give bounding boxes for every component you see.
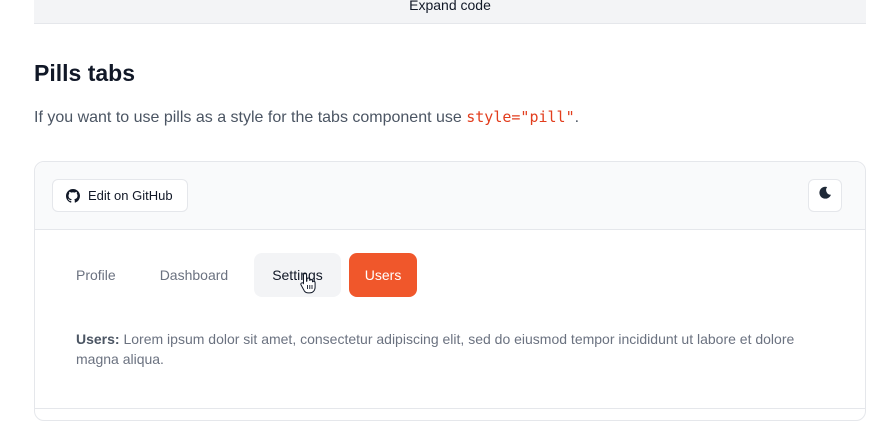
moon-icon [818, 186, 832, 205]
edit-on-github-button[interactable]: Edit on GitHub [52, 179, 188, 212]
description-suffix: . [574, 109, 580, 126]
inline-code: style="pill" [466, 108, 575, 126]
expand-code-label: Expand code [409, 0, 491, 13]
github-icon [66, 188, 80, 203]
hand-cursor-icon [300, 272, 316, 294]
preview-card: Edit on GitHub Profile Dashboard Setting… [34, 161, 866, 421]
edit-on-github-label: Edit on GitHub [88, 188, 173, 203]
tab-dashboard[interactable]: Dashboard [142, 253, 247, 297]
section-description: If you want to use pills as a style for … [34, 105, 579, 130]
section-title: Pills tabs [34, 60, 135, 86]
code-area-divider [35, 408, 865, 423]
tab-settings[interactable]: Settings [254, 253, 341, 297]
tab-profile[interactable]: Profile [58, 253, 134, 297]
description-text: If you want to use pills as a style for … [34, 109, 467, 126]
tab-panel-content: Users: Lorem ipsum dolor sit amet, conse… [76, 329, 836, 369]
preview-toolbar: Edit on GitHub [35, 162, 865, 230]
pill-tabs: Profile Dashboard Settings Users [58, 253, 418, 297]
tab-panel-label: Users: [76, 331, 120, 347]
tab-panel-text: Lorem ipsum dolor sit amet, consectetur … [76, 331, 795, 367]
tab-users[interactable]: Users [348, 253, 418, 297]
expand-code-button[interactable]: Expand code [34, 0, 866, 24]
theme-toggle-button[interactable] [808, 179, 842, 212]
